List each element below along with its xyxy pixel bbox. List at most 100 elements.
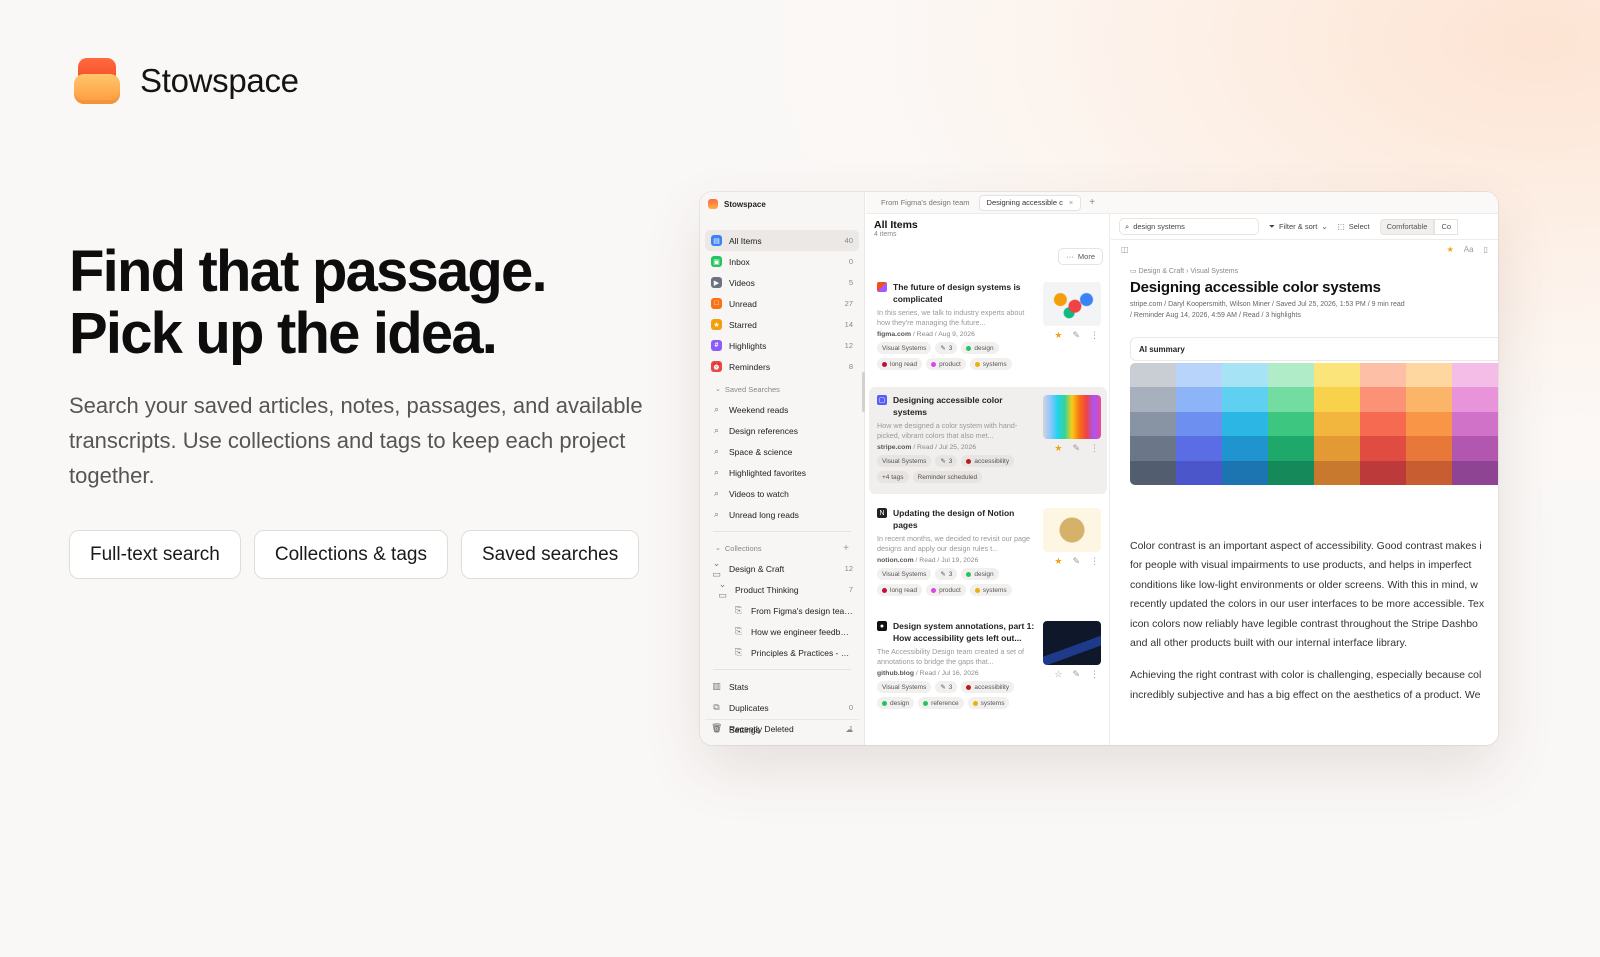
tag-chip[interactable]: product [926,584,966,596]
collections-tags-pill[interactable]: Collections & tags [253,530,448,579]
saved-search-label: Design references [729,425,798,436]
saved-search-weekend-reads[interactable]: ⌕ Weekend reads [705,399,859,420]
edit-icon[interactable]: ✎ [1072,556,1080,567]
saved-search-space-science[interactable]: ⌕ Space & science [705,441,859,462]
ai-summary-toggle[interactable]: AI summary [1130,337,1498,361]
saved-searches-pill[interactable]: Saved searches [460,530,640,579]
close-icon[interactable]: × [1069,198,1073,207]
kebab-menu-icon[interactable]: ⋮ [1090,556,1099,567]
tag-chip[interactable]: ✎ 3 [935,568,958,580]
tag-dot [966,684,972,690]
collection-design-craft[interactable]: ⌄ ▭ Design & Craft 12 [705,558,859,579]
card-title[interactable]: The future of design systems is complica… [893,281,1037,305]
tag-chip[interactable]: systems [969,358,1012,370]
sidebar-item-starred[interactable]: ★ Starred 14 [705,314,859,335]
new-tab-plus-icon[interactable]: + [1089,197,1095,208]
sidebar-item-count: 40 [844,236,853,245]
tag-chip[interactable]: product [926,358,966,370]
list-item[interactable]: ▢ Designing accessible color systems How w… [869,387,1107,494]
tag-chip[interactable]: Visual Systems [877,568,932,580]
sidebar-item-settings[interactable]: ⚙ Settings ☁ [705,719,859,739]
sidebar-item-highlights[interactable]: # Highlights 12 [705,335,859,356]
sidebar-item-videos[interactable]: ▶ Videos 5 [705,272,859,293]
collections-section[interactable]: ⌄ Collections + [705,538,859,558]
star-filled-icon[interactable]: ★ [1054,330,1062,341]
filter-icon: ⏷ [1269,221,1275,231]
color-swatch [1360,436,1406,461]
sidebar-item-reminders[interactable]: ⏰ Reminders 8 [705,356,859,377]
star-filled-icon[interactable]: ★ [1054,443,1062,454]
tag-chip[interactable]: long read [877,584,923,596]
tag-chip[interactable]: design [877,697,915,709]
tag-chip[interactable]: design [961,342,999,354]
tag-chip[interactable]: Visual Systems [877,455,932,467]
tag-chip[interactable]: accessibility [961,455,1015,467]
tab-designing-accessible[interactable]: Designing accessible c × [978,194,1082,211]
edit-icon[interactable]: ✎ [1072,669,1080,680]
kebab-menu-icon[interactable]: ⋮ [1090,330,1099,341]
tag-chip[interactable]: +4 tags [877,471,909,483]
view-comfortable[interactable]: Comfortable [1379,218,1435,235]
star-icon[interactable]: ★ [1447,245,1454,254]
breadcrumb-subcollection[interactable]: Visual Systems [1190,268,1238,275]
kebab-menu-icon[interactable]: ⋮ [1090,443,1099,454]
saved-search-design-references[interactable]: ⌕ Design references [705,420,859,441]
panel-icon[interactable]: ▯ [1484,245,1488,254]
tag-chip[interactable]: reference [918,697,964,709]
sidebar-scrollbar[interactable] [862,372,865,412]
tag-chip[interactable]: accessibility [961,681,1015,693]
sidebar-toggle-icon[interactable]: ◫ [1121,245,1129,254]
breadcrumb-collection[interactable]: Design & Craft [1139,268,1185,275]
star-outline-icon[interactable]: ☆ [1054,669,1062,680]
saved-searches-section[interactable]: ⌄ Saved Searches [705,379,859,399]
tag-chip[interactable]: ✎ 3 [935,681,958,693]
sidebar-item-all-items[interactable]: ▤ All Items 40 [705,230,859,251]
collection-product-thinking[interactable]: ⌄ ▭ Product Thinking 7 [705,579,859,600]
list-item[interactable]: The future of design systems is complica… [869,274,1107,381]
list-item[interactable]: ● Design system annotations, part 1: How … [869,613,1107,720]
sync-cloud-icon[interactable]: ☁ [846,725,854,734]
tag-chip[interactable]: Visual Systems [877,681,932,693]
select-button[interactable]: ⬚ Select [1338,222,1370,231]
tag-chip[interactable]: design [961,568,999,580]
tab-figma-design-team[interactable]: From Figma's design team [874,195,977,211]
tag-chip[interactable]: Visual Systems [877,342,932,354]
saved-search-highlighted-favorites[interactable]: ⌕ Highlighted favorites [705,462,859,483]
card-title[interactable]: Designing accessible color systems [893,394,1037,418]
add-collection-plus-icon[interactable]: + [843,543,849,554]
view-compact[interactable]: Co [1434,218,1459,235]
sidebar-item-duplicates[interactable]: ⧉ Duplicates 0 [705,697,859,718]
edit-icon[interactable]: ✎ [1072,443,1080,454]
color-swatch [1360,387,1406,412]
tag-row: Visual Systems ✎ 3 design [877,342,1101,354]
sidebar-item-stats[interactable]: ▥ Stats [705,676,859,697]
edit-icon[interactable]: ✎ [1072,330,1080,341]
color-swatch [1268,460,1314,485]
tag-chip[interactable]: ✎ 3 [935,455,958,467]
collection-doc-1[interactable]: ⎘ How we engineer feedback... [705,621,859,642]
sidebar-item-unread[interactable]: □ Unread 27 [705,293,859,314]
card-thumbnail [1043,282,1101,326]
tag-chip[interactable]: Reminder scheduled [912,471,983,483]
text-size-icon[interactable]: Aa [1464,245,1474,254]
card-title[interactable]: Updating the design of Notion pages [893,507,1037,531]
card-title-row: ● Design system annotations, part 1: How … [877,620,1037,644]
list-item[interactable]: N Updating the design of Notion pages In r… [869,500,1107,607]
more-button[interactable]: ··· More [1058,248,1103,265]
collection-doc-2[interactable]: ⎘ Principles & Practices - Line... [705,642,859,663]
search-input[interactable]: ⌕ design systems [1119,218,1259,235]
saved-search-unread-long-reads[interactable]: ⌕ Unread long reads [705,504,859,525]
card-title[interactable]: Design system annotations, part 1: How a… [893,620,1037,644]
tag-chip[interactable]: long read [877,358,923,370]
star-filled-icon[interactable]: ★ [1054,556,1062,567]
tag-chip[interactable]: systems [967,697,1010,709]
full-text-search-pill[interactable]: Full-text search [69,530,241,579]
collection-doc-0[interactable]: ⎘ From Figma's design team:... [705,600,859,621]
kebab-menu-icon[interactable]: ⋮ [1090,669,1099,680]
palette-column [1452,363,1498,485]
sidebar-item-inbox[interactable]: ▣ Inbox 0 [705,251,859,272]
tag-chip[interactable]: systems [969,584,1012,596]
saved-search-videos-to-watch[interactable]: ⌕ Videos to watch [705,483,859,504]
filter-sort-button[interactable]: ⏷ Filter & sort ⌄ [1269,222,1328,232]
tag-chip[interactable]: ✎ 3 [935,342,958,354]
